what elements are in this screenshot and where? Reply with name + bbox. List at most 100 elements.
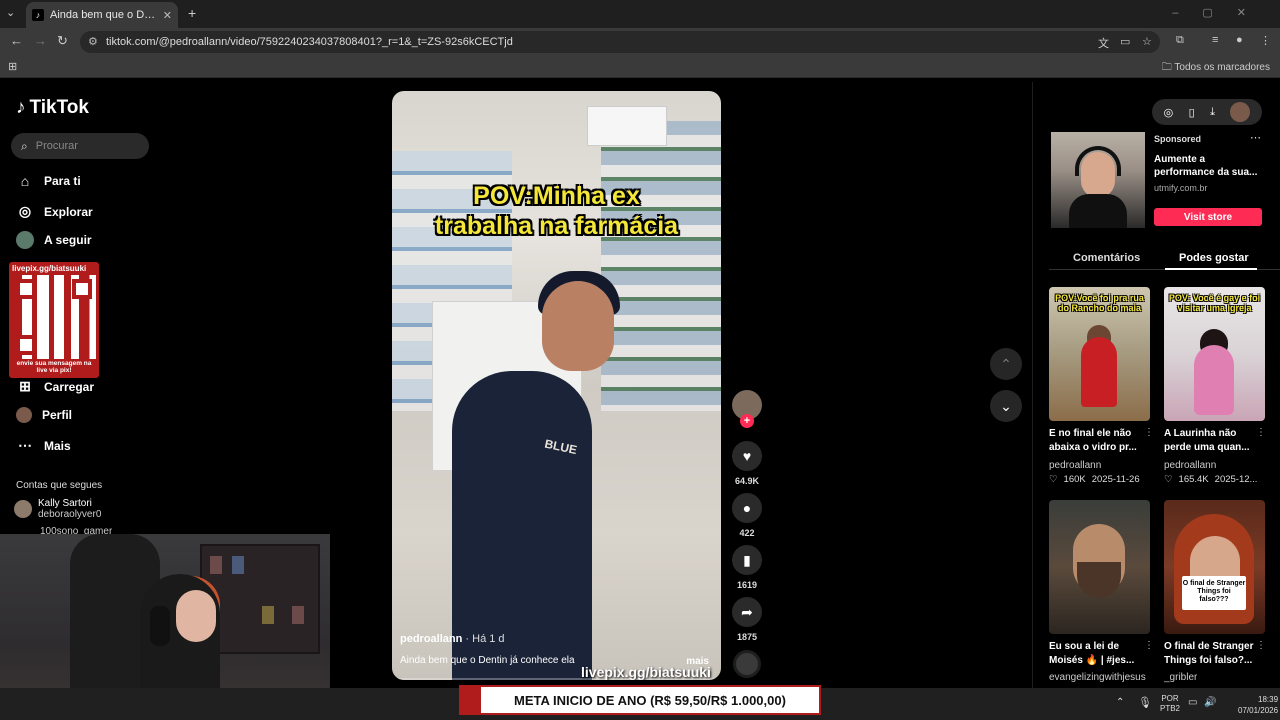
nav-explore-label: Explorar	[44, 204, 93, 219]
phone-icon[interactable]: ▯	[1189, 106, 1195, 119]
following-avatar	[16, 231, 34, 249]
site-settings-icon[interactable]: ⚙	[88, 35, 98, 48]
tab-close-icon[interactable]: ✕	[163, 9, 172, 22]
like-button[interactable]: ♥ 64.9K	[731, 441, 763, 486]
suggested-video-thumbnail[interactable]: POV: Você é gay e foi visitar uma igreja	[1164, 287, 1265, 421]
ad-more-dots-icon[interactable]: ⋯	[1250, 131, 1261, 144]
lang-layout: PTB2	[1160, 704, 1181, 713]
suggested-video-thumbnail[interactable]	[1049, 500, 1150, 634]
previous-video-chevron-up-icon[interactable]: ⌃	[990, 348, 1022, 380]
top-tools-pill: ◎ ▯ ⤓	[1152, 99, 1262, 125]
account-avatar	[14, 500, 32, 518]
browser-tab[interactable]: ♪ Ainda bem que o Dentin já conhece ela …	[26, 2, 178, 28]
heart-icon: ♥	[732, 441, 762, 471]
caption-line-1: POV:Minha ex	[473, 182, 640, 210]
search-input[interactable]: ⌕ Procurar	[11, 133, 149, 159]
nav-for-you-label: Para ti	[44, 174, 81, 188]
nav-more[interactable]: ⋯ Mais	[16, 437, 71, 454]
microphone-icon[interactable]: 🎙	[1138, 696, 1152, 709]
visit-store-button[interactable]: Visit store	[1154, 208, 1262, 226]
forward-arrow-icon[interactable]: →	[34, 33, 47, 48]
video-options-dots-icon[interactable]: ⋮	[1144, 640, 1154, 651]
window-controls[interactable]: –▢✕	[1172, 6, 1270, 19]
suggested-video-author[interactable]: pedroallann	[1049, 460, 1101, 471]
browser-menu-icon[interactable]: ⋮	[1260, 34, 1271, 47]
video-author[interactable]: pedroallann · Há 1 d	[400, 633, 505, 645]
tray-chevron-up-icon[interactable]: ⌃	[1116, 697, 1124, 708]
panel-divider	[1032, 82, 1033, 688]
ad-thumbnail[interactable]	[1051, 132, 1145, 228]
suggested-likes: 160K	[1063, 474, 1086, 485]
donation-goal-banner: META INICIO DE ANO (R$ 59,50/R$ 1.000,00…	[459, 685, 821, 715]
ad-title[interactable]: Aumente a performance da sua...	[1154, 153, 1264, 179]
heart-outline-icon: ♡	[1164, 474, 1173, 485]
bookmark-star-icon[interactable]: ☆	[1142, 35, 1152, 48]
network-icon[interactable]: ▭	[1188, 697, 1197, 708]
suggested-video-thumbnail[interactable]: POV:Você foi pra rua do Rancho do maia	[1049, 287, 1150, 421]
nav-for-you[interactable]: ⌂ Para ti	[16, 173, 81, 189]
nav-explore[interactable]: ◎ Explorar	[16, 203, 93, 220]
address-bar[interactable]: ⚙ tiktok.com/@pedroallann/video/75922402…	[80, 31, 1160, 53]
save-button[interactable]: ▮ 1619	[731, 545, 763, 590]
suggested-video-title[interactable]: E no final ele não abaixa o vidro pr...	[1049, 427, 1144, 455]
input-language[interactable]: POR PTB2	[1160, 694, 1180, 714]
system-clock[interactable]: 18:39 07/01/2026	[1238, 694, 1278, 716]
nav-profile[interactable]: Perfil	[16, 407, 72, 423]
nav-upload[interactable]: ⊞ Carregar	[16, 378, 94, 395]
following-account[interactable]: 100sono_gamer	[40, 526, 112, 534]
clock-time: 18:39	[1258, 695, 1279, 704]
bookmark-icon: ▮	[732, 545, 762, 575]
suggested-video-title[interactable]: A Laurinha não perde uma quan...	[1164, 427, 1259, 455]
qr-url: livepix.gg/biatsuuki	[12, 264, 87, 273]
video-options-dots-icon[interactable]: ⋮	[1256, 427, 1266, 438]
apps-grid-icon[interactable]: ⊞	[8, 60, 17, 73]
thumb-figure	[1194, 345, 1234, 415]
new-tab-plus-icon[interactable]: +	[188, 5, 196, 21]
share-arrow-icon: ➦	[732, 597, 762, 627]
next-video-chevron-down-icon[interactable]: ⌄	[990, 390, 1022, 422]
video-description: Ainda bem que o Dentin já conhece ela	[400, 655, 575, 666]
all-bookmarks-folder[interactable]: 🗀 Todos os marcadores	[1162, 60, 1270, 77]
user-avatar[interactable]	[1230, 102, 1251, 122]
profile-avatar-icon[interactable]: ●	[1236, 34, 1243, 46]
url-text: tiktok.com/@pedroallann/video/7592240234…	[106, 36, 513, 48]
cast-icon[interactable]: ▭	[1120, 35, 1130, 48]
thumb-figure	[1081, 337, 1117, 407]
follow-plus-icon[interactable]: +	[740, 414, 754, 428]
suggested-video-title[interactable]: Eu sou a lei de Moisés 🔥 | #jes...	[1049, 640, 1144, 668]
comment-button[interactable]: ● 422	[731, 493, 763, 538]
suggested-video-thumbnail[interactable]: O final de Stranger Things foi falso???	[1164, 500, 1265, 634]
back-arrow-icon[interactable]: ←	[10, 33, 23, 48]
translate-icon[interactable]: 文	[1098, 35, 1109, 51]
thumb-caption: POV: Você é gay e foi visitar uma igreja	[1168, 293, 1261, 313]
suggested-date: 2025-11-26	[1091, 474, 1140, 485]
video-options-dots-icon[interactable]: ⋮	[1144, 427, 1154, 438]
following-accounts-header: Contas que segues	[16, 480, 103, 491]
thumb-caption: O final de Stranger Things foi falso???	[1182, 576, 1246, 610]
tab-list-chevron-icon[interactable]: ⌄	[6, 6, 15, 19]
bookmarks-bar: ⊞ 🗀 Todos os marcadores	[0, 56, 1280, 78]
download-icon[interactable]: ⤓	[1210, 106, 1215, 119]
extensions-icon[interactable]: ⧉	[1176, 34, 1184, 47]
sponsored-label: Sponsored	[1154, 134, 1202, 144]
share-button[interactable]: ➦ 1875	[731, 597, 763, 642]
coins-icon[interactable]: ◎	[1164, 106, 1174, 119]
media-controls-icon[interactable]: ≡	[1212, 34, 1218, 46]
reload-icon[interactable]: ↻	[57, 33, 68, 49]
suggested-video-author[interactable]: _gribler	[1164, 672, 1197, 686]
following-account[interactable]: Kally Sartori deboraolyver0	[14, 498, 101, 520]
suggested-video-author[interactable]: evangelizingwithjesus	[1049, 672, 1146, 686]
music-disc-icon[interactable]	[733, 650, 761, 678]
nav-following[interactable]: A seguir	[16, 231, 92, 249]
comment-count: 422	[739, 528, 755, 538]
suggested-video-author[interactable]: pedroallann	[1164, 460, 1216, 471]
suggested-video-meta: ♡ 165.4K 2025-12...	[1164, 474, 1276, 485]
person-face	[542, 281, 614, 371]
tab-comments[interactable]: Comentários	[1073, 252, 1140, 264]
tiktok-logo[interactable]: ♪ TikTok	[16, 97, 89, 119]
suggested-video-title[interactable]: O final de Stranger Things foi falso?...	[1164, 640, 1259, 668]
video-player[interactable]: BLUE POV:Minha ex trabalha na farmácia p…	[392, 91, 721, 680]
video-options-dots-icon[interactable]: ⋮	[1256, 640, 1266, 651]
volume-icon[interactable]: 🔊	[1204, 697, 1216, 708]
tab-suggested[interactable]: Podes gostar	[1179, 252, 1249, 264]
